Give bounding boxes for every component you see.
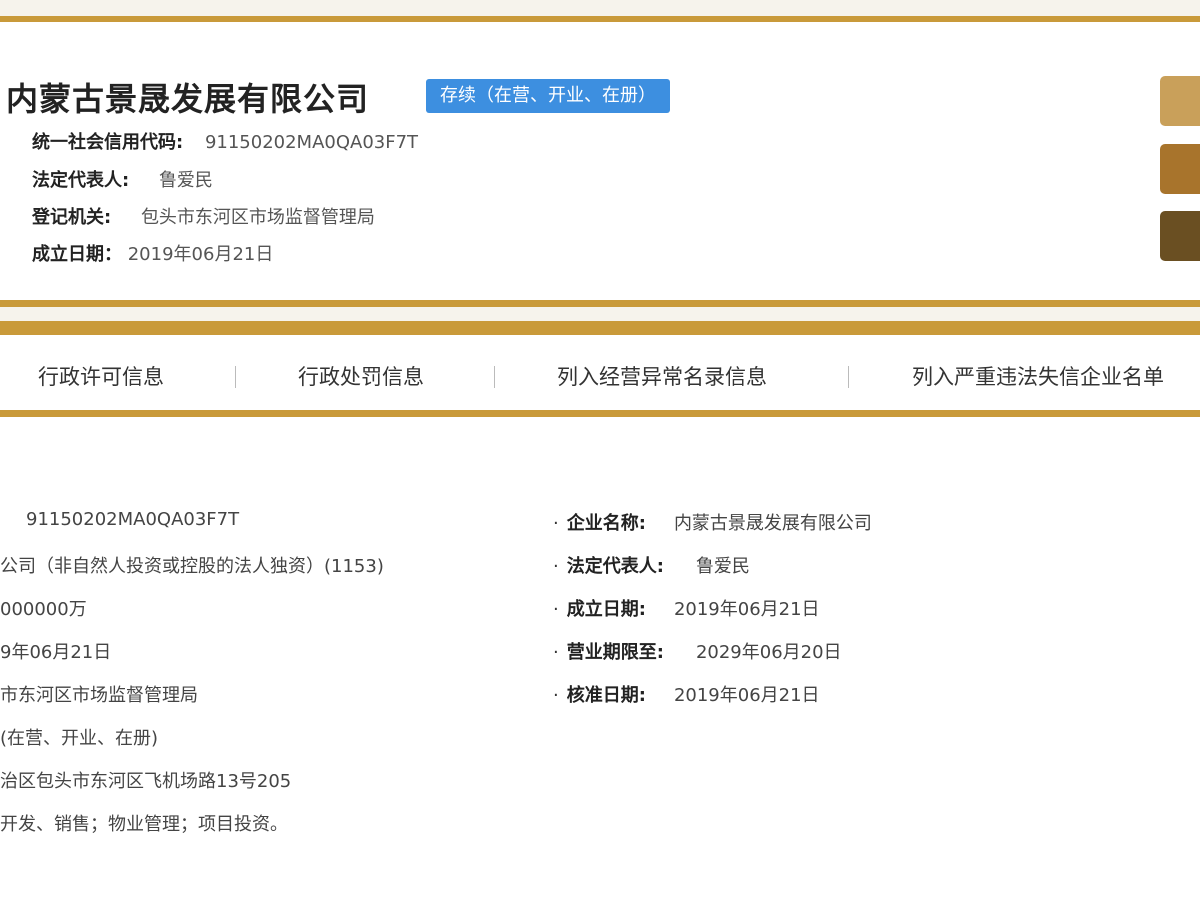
side-button-2[interactable]: [1160, 144, 1200, 194]
tab-divider: [848, 366, 849, 388]
established-label: 成立日期：: [32, 244, 122, 265]
detail-left-value: 开发、销售；物业管理；项目投资。: [0, 814, 288, 835]
established-value: 2019年06月21日: [127, 244, 274, 265]
detail-value: 2019年06月21日: [673, 599, 820, 620]
detail-value: 内蒙古景晟发展有限公司: [673, 513, 872, 534]
header-bottom-border: [0, 300, 1200, 307]
tabs-top-border: [0, 321, 1200, 335]
detail-left-value: 000000万: [0, 599, 87, 620]
detail-value: 鲁爱民: [695, 556, 750, 577]
detail-approval-row: · 核准日期: 2019年06月21日: [553, 681, 820, 707]
tab-administrative-license[interactable]: 行政许可信息: [38, 361, 164, 391]
authority-label: 登记机关:: [32, 207, 112, 228]
detail-left-value: 公司（非自然人投资或控股的法人独资）(1153): [0, 556, 384, 577]
legal-rep-row: 法定代表人: 鲁爱民: [32, 166, 213, 192]
detail-label: 成立日期:: [566, 599, 646, 620]
detail-left-value: 治区包头市东河区飞机场路13号205: [0, 771, 292, 792]
tab-divider: [494, 366, 495, 388]
detail-legal-rep-row: · 法定代表人: 鲁爱民: [553, 552, 750, 578]
detail-label: 企业名称:: [566, 513, 646, 534]
company-name: 内蒙古景晟发展有限公司: [6, 80, 370, 118]
status-badge: 存续（在营、开业、在册）: [426, 79, 670, 113]
legal-rep-value: 鲁爱民: [158, 170, 213, 191]
established-row: 成立日期： 2019年06月21日: [32, 240, 273, 266]
detail-label: 核准日期:: [566, 685, 646, 706]
bullet-dot: ·: [553, 556, 559, 577]
legal-rep-label: 法定代表人:: [32, 170, 130, 191]
authority-value: 包头市东河区市场监督管理局: [140, 207, 375, 228]
side-button-3[interactable]: [1160, 211, 1200, 261]
tab-serious-violation-list[interactable]: 列入严重违法失信企业名单: [912, 361, 1164, 391]
detail-value: 2019年06月21日: [673, 685, 820, 706]
bullet-dot: ·: [553, 685, 559, 706]
bullet-dot: ·: [553, 642, 559, 663]
detail-term-row: · 营业期限至: 2029年06月20日: [553, 638, 842, 664]
detail-left-value: 市东河区市场监督管理局: [0, 685, 198, 706]
credit-code-row: 统一社会信用代码: 91150202MA0QA03F7T: [32, 128, 418, 154]
side-button-1[interactable]: [1160, 76, 1200, 126]
detail-company-name-row: · 企业名称: 内蒙古景晟发展有限公司: [553, 509, 872, 535]
credit-code-value: 91150202MA0QA03F7T: [204, 132, 419, 153]
tab-abnormal-operation-list[interactable]: 列入经营异常名录信息: [557, 361, 767, 391]
section-gap: [0, 307, 1200, 321]
credit-code-label: 统一社会信用代码:: [32, 132, 184, 153]
authority-row: 登记机关: 包头市东河区市场监督管理局: [32, 203, 375, 229]
tabs-bottom-border: [0, 410, 1200, 417]
detail-left-value: 9年06月21日: [0, 642, 112, 663]
tab-administrative-penalty[interactable]: 行政处罚信息: [298, 361, 424, 391]
top-strip: [0, 0, 1200, 16]
detail-left-value: 91150202MA0QA03F7T: [26, 509, 240, 530]
detail-label: 营业期限至:: [566, 642, 664, 663]
detail-left-value: (在营、开业、在册): [0, 728, 159, 749]
detail-established-row: · 成立日期: 2019年06月21日: [553, 595, 820, 621]
tab-divider: [235, 366, 236, 388]
detail-value: 2029年06月20日: [695, 642, 842, 663]
detail-label: 法定代表人:: [566, 556, 664, 577]
bullet-dot: ·: [553, 513, 559, 534]
bullet-dot: ·: [553, 599, 559, 620]
